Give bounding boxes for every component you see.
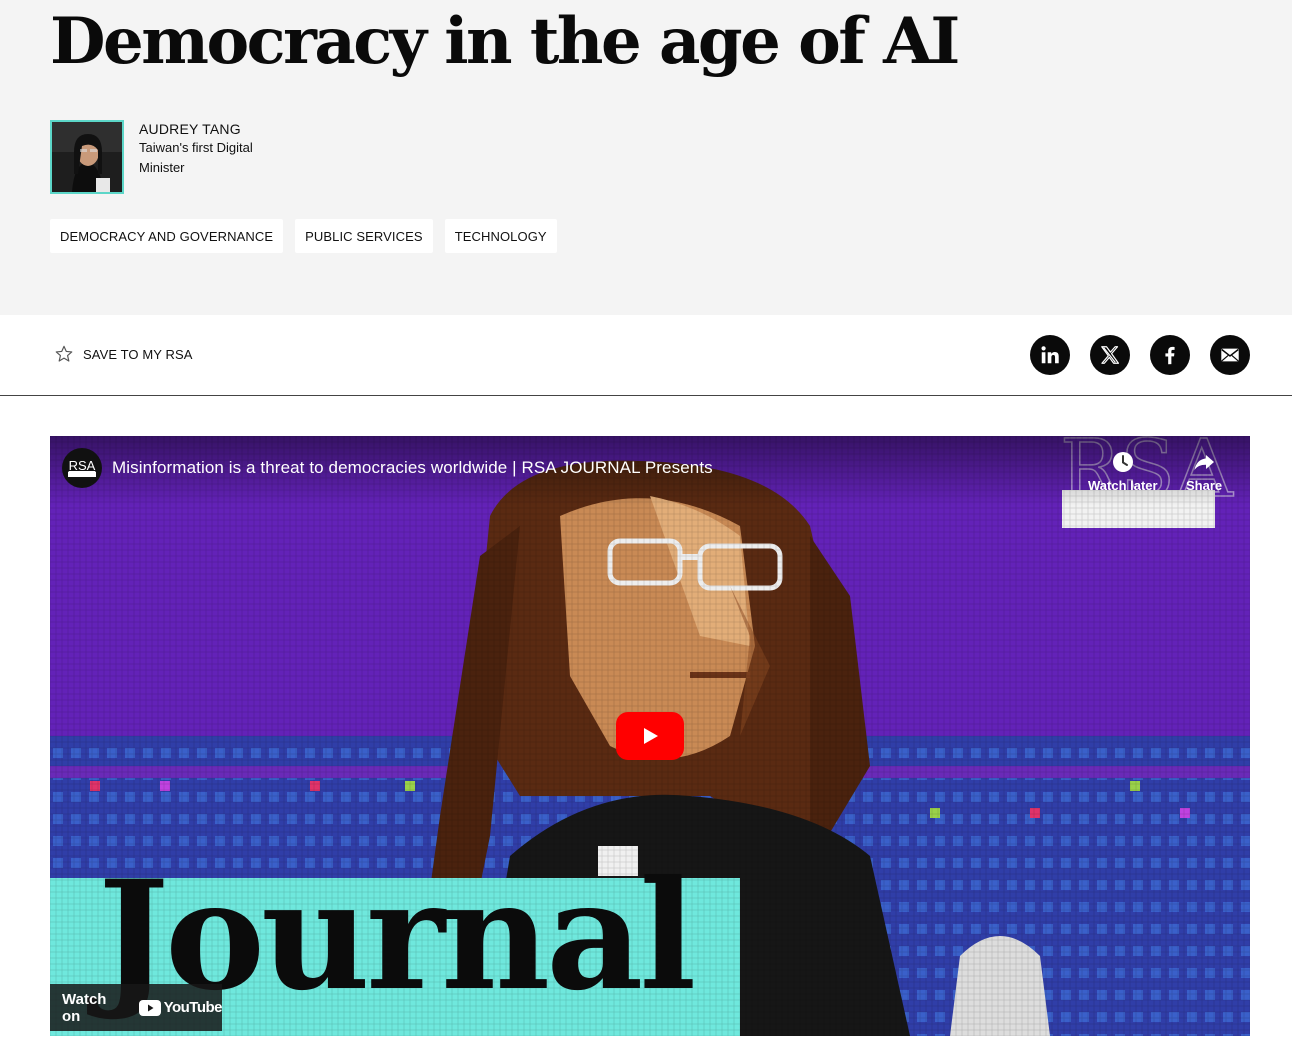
share-video-button[interactable]: Share: [1186, 450, 1222, 493]
facebook-share-button[interactable]: [1150, 335, 1190, 375]
youtube-wordmark: YouTube: [163, 999, 223, 1016]
save-label: SAVE TO MY RSA: [83, 346, 193, 362]
email-share-button[interactable]: [1210, 335, 1250, 375]
page-title: Democracy in the age of AI: [50, 4, 960, 79]
x-share-button[interactable]: [1090, 335, 1130, 375]
share-buttons: [1030, 335, 1250, 375]
tag-democracy-and-governance[interactable]: DEMOCRACY AND GOVERNANCE: [50, 219, 284, 253]
author-role: Taiwan's first Digital Minister: [139, 140, 253, 175]
avatar[interactable]: [50, 120, 124, 194]
play-button[interactable]: [616, 712, 684, 760]
facebook-icon: [1165, 346, 1175, 365]
video-title[interactable]: Misinformation is a threat to democracie…: [112, 458, 713, 478]
clock-icon: [1112, 452, 1133, 472]
youtube-icon: [138, 999, 161, 1016]
channel-logo-bar: [68, 471, 96, 477]
article-header: Democracy in the age of AI AUDREY TANG T…: [0, 0, 1292, 315]
x-icon: [1101, 346, 1120, 364]
tag-public-services[interactable]: PUBLIC SERVICES: [295, 219, 433, 253]
youtube-logo: YouTube: [138, 999, 223, 1016]
channel-logo[interactable]: RSA: [62, 448, 102, 488]
youtube-embed[interactable]: RSA Journal RSA Misinformation is a thre…: [50, 436, 1250, 1036]
play-icon: [644, 728, 658, 744]
linkedin-share-button[interactable]: [1030, 335, 1070, 375]
author-block: AUDREY TANG Taiwan's first Digital Minis…: [50, 120, 269, 194]
linkedin-icon: [1041, 346, 1059, 364]
email-icon: [1221, 348, 1239, 362]
author-name[interactable]: AUDREY TANG: [139, 121, 269, 138]
author-info: AUDREY TANG Taiwan's first Digital Minis…: [139, 121, 269, 194]
save-to-my-rsa-button[interactable]: SAVE TO MY RSA: [54, 344, 193, 364]
tag-technology[interactable]: TECHNOLOGY: [444, 219, 557, 253]
topic-tags: DEMOCRACY AND GOVERNANCE PUBLIC SERVICES…: [50, 219, 557, 253]
share-arrow-icon: [1194, 455, 1215, 470]
channel-logo-text: RSA: [68, 457, 96, 473]
watch-on-youtube-button[interactable]: Watch on YouTube: [50, 984, 223, 1031]
share-label: Share: [1186, 478, 1223, 493]
watch-on-label: Watch on: [62, 990, 107, 1025]
watch-later-button[interactable]: Watch later: [1088, 450, 1158, 493]
watch-later-label: Watch later: [1088, 478, 1158, 493]
star-icon: [55, 345, 73, 362]
author-portrait: [52, 122, 122, 192]
action-bar: SAVE TO MY RSA: [0, 315, 1292, 396]
